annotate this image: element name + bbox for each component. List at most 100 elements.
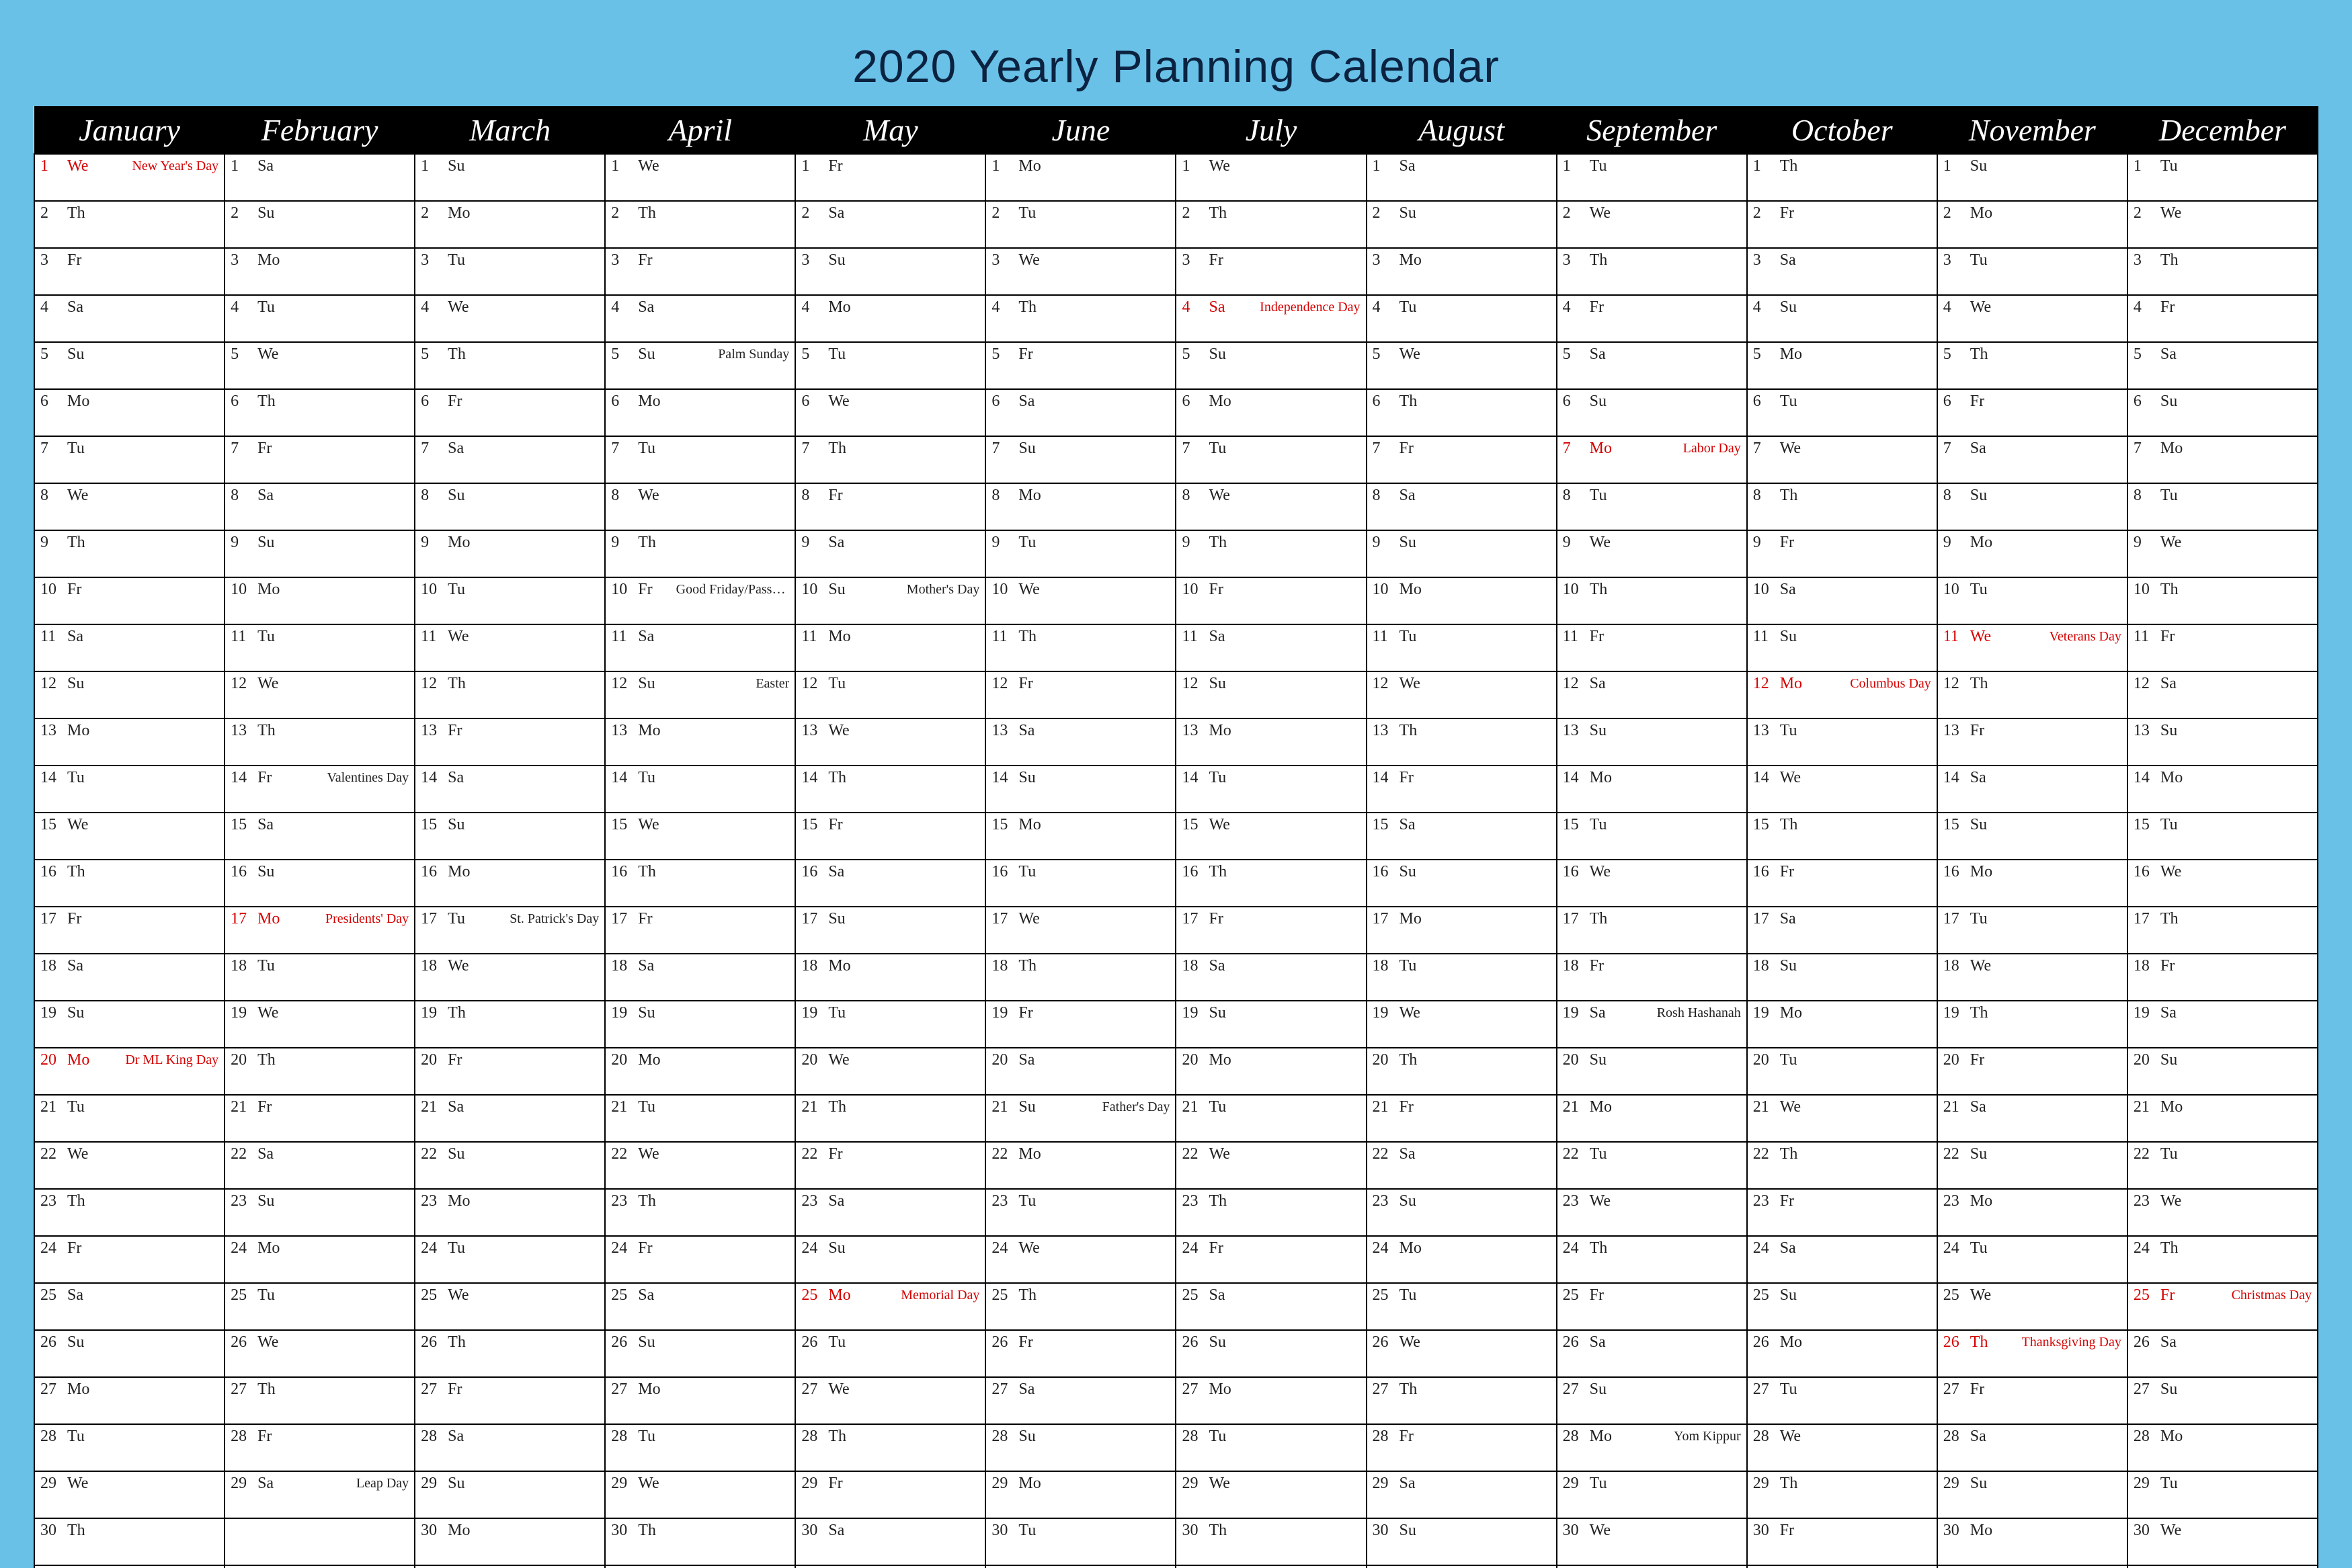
day-cell: 29Su	[415, 1471, 605, 1518]
day-number: 6	[421, 393, 444, 411]
day-number: 26	[421, 1333, 444, 1352]
day-cell: 7Th	[795, 436, 985, 483]
day-number: 11	[1182, 628, 1205, 646]
day-number: 10	[611, 581, 634, 599]
day-number: 7	[1373, 440, 1395, 458]
day-cell: 25Su	[1747, 1283, 1937, 1330]
day-cell: 16Th	[34, 860, 225, 907]
day-number: 28	[801, 1428, 824, 1446]
day-number: 3	[231, 251, 253, 270]
day-abbr: Tu	[2160, 157, 2178, 175]
day-abbr: Th	[1018, 957, 1037, 975]
day-abbr: Fr	[1590, 1286, 1604, 1304]
event-label: Rosh Hashanah	[1657, 1005, 1741, 1021]
day-cell: 7Tu	[605, 436, 795, 483]
day-cell: 22We	[605, 1142, 795, 1189]
day-abbr: Fr	[1209, 251, 1223, 269]
day-abbr: Th	[1970, 1333, 1988, 1351]
day-abbr: Mo	[1780, 345, 1802, 363]
day-abbr: Th	[448, 675, 466, 692]
day-number: 9	[1182, 534, 1205, 552]
day-number: 16	[611, 863, 634, 881]
day-cell: 3Tu	[415, 248, 605, 295]
day-abbr: Su	[828, 581, 845, 598]
day-cell: 12SuEaster	[605, 671, 795, 718]
day-cell: 14Th	[795, 766, 985, 813]
day-number: 5	[611, 345, 634, 364]
day-cell: 3Mo	[1367, 248, 1557, 295]
day-cell: 18Sa	[1176, 954, 1366, 1001]
day-number: 28	[231, 1428, 253, 1446]
day-abbr: Su	[1209, 1333, 1225, 1351]
day-abbr: Tu	[1018, 1522, 1036, 1539]
day-number: 21	[2134, 1098, 2156, 1116]
day-abbr: Mo	[1400, 251, 1422, 269]
day-number: 8	[991, 487, 1014, 505]
day-abbr: We	[828, 393, 849, 410]
day-cell: 15Tu	[2127, 813, 2318, 860]
day-number: 19	[2134, 1004, 2156, 1022]
day-number: 2	[991, 204, 1014, 222]
day-number: 19	[421, 1004, 444, 1022]
day-abbr: Fr	[257, 1428, 272, 1445]
day-cell: 3Tu	[1937, 248, 2127, 295]
day-cell: 12Sa	[1557, 671, 1747, 718]
day-abbr: Mo	[638, 722, 660, 739]
day-cell: 19We	[1367, 1001, 1557, 1048]
day-abbr: We	[1970, 298, 1991, 316]
day-number: 8	[1563, 487, 1586, 505]
day-row: 22We22Sa22Su22We22Fr22Mo22We22Sa22Tu22Th…	[34, 1142, 2318, 1189]
day-cell: 12Su	[34, 671, 225, 718]
day-cell: 7Su	[985, 436, 1176, 483]
day-row: 16Th16Su16Mo16Th16Sa16Tu16Th16Su16We16Fr…	[34, 860, 2318, 907]
day-number: 11	[801, 628, 824, 646]
day-cell: 8Fr	[795, 483, 985, 530]
day-cell: 24Tu	[415, 1236, 605, 1283]
day-number: 28	[1373, 1428, 1395, 1446]
calendar-body: 1WeNew Year's Day1Sa1Su1We1Fr1Mo1We1Sa1T…	[34, 154, 2318, 1568]
day-abbr: Fr	[1970, 722, 1984, 739]
day-number: 30	[611, 1522, 634, 1540]
day-cell: 31Sa	[1747, 1565, 1937, 1568]
day-abbr: We	[1780, 769, 1801, 786]
month-header: June	[985, 107, 1176, 155]
day-number: 5	[801, 345, 824, 364]
day-cell: 12Sa	[2127, 671, 2318, 718]
day-abbr: Tu	[828, 1004, 846, 1022]
day-cell: 17Su	[795, 907, 985, 954]
day-number: 18	[40, 957, 63, 975]
day-cell: 6Th	[1367, 389, 1557, 436]
day-number: 17	[1753, 910, 1776, 928]
day-number: 21	[1753, 1098, 1776, 1116]
day-number: 11	[611, 628, 634, 646]
day-abbr: Sa	[1400, 1145, 1416, 1163]
day-abbr: Th	[1590, 251, 1608, 269]
day-abbr: Mo	[828, 298, 850, 316]
day-cell: 24We	[985, 1236, 1176, 1283]
day-abbr: Sa	[1590, 1004, 1606, 1022]
day-abbr: Tu	[1400, 1286, 1417, 1304]
day-number: 26	[801, 1333, 824, 1352]
day-abbr: Fr	[448, 1051, 462, 1069]
day-cell: 10Mo	[1367, 577, 1557, 624]
day-cell: 20We	[795, 1048, 985, 1095]
day-abbr: Sa	[638, 298, 654, 316]
day-cell: 15Sa	[225, 813, 415, 860]
day-abbr: Mo	[1018, 487, 1041, 504]
day-abbr: Su	[448, 816, 464, 833]
day-cell: 4Fr	[1557, 295, 1747, 342]
day-cell: 28Tu	[1176, 1424, 1366, 1471]
day-abbr: We	[67, 487, 88, 504]
day-abbr: Mo	[67, 1380, 89, 1398]
day-cell: 27Sa	[985, 1377, 1176, 1424]
day-number: 3	[801, 251, 824, 270]
event-label: Dr ML King Day	[125, 1053, 218, 1068]
day-abbr: We	[1209, 487, 1229, 504]
day-number: 11	[2134, 628, 2156, 646]
day-cell: 4Mo	[795, 295, 985, 342]
day-number: 2	[611, 204, 634, 222]
day-number: 25	[1182, 1286, 1205, 1305]
day-cell: 26ThThanksgiving Day	[1937, 1330, 2127, 1377]
day-cell: 10Th	[1557, 577, 1747, 624]
day-cell: 16Th	[605, 860, 795, 907]
